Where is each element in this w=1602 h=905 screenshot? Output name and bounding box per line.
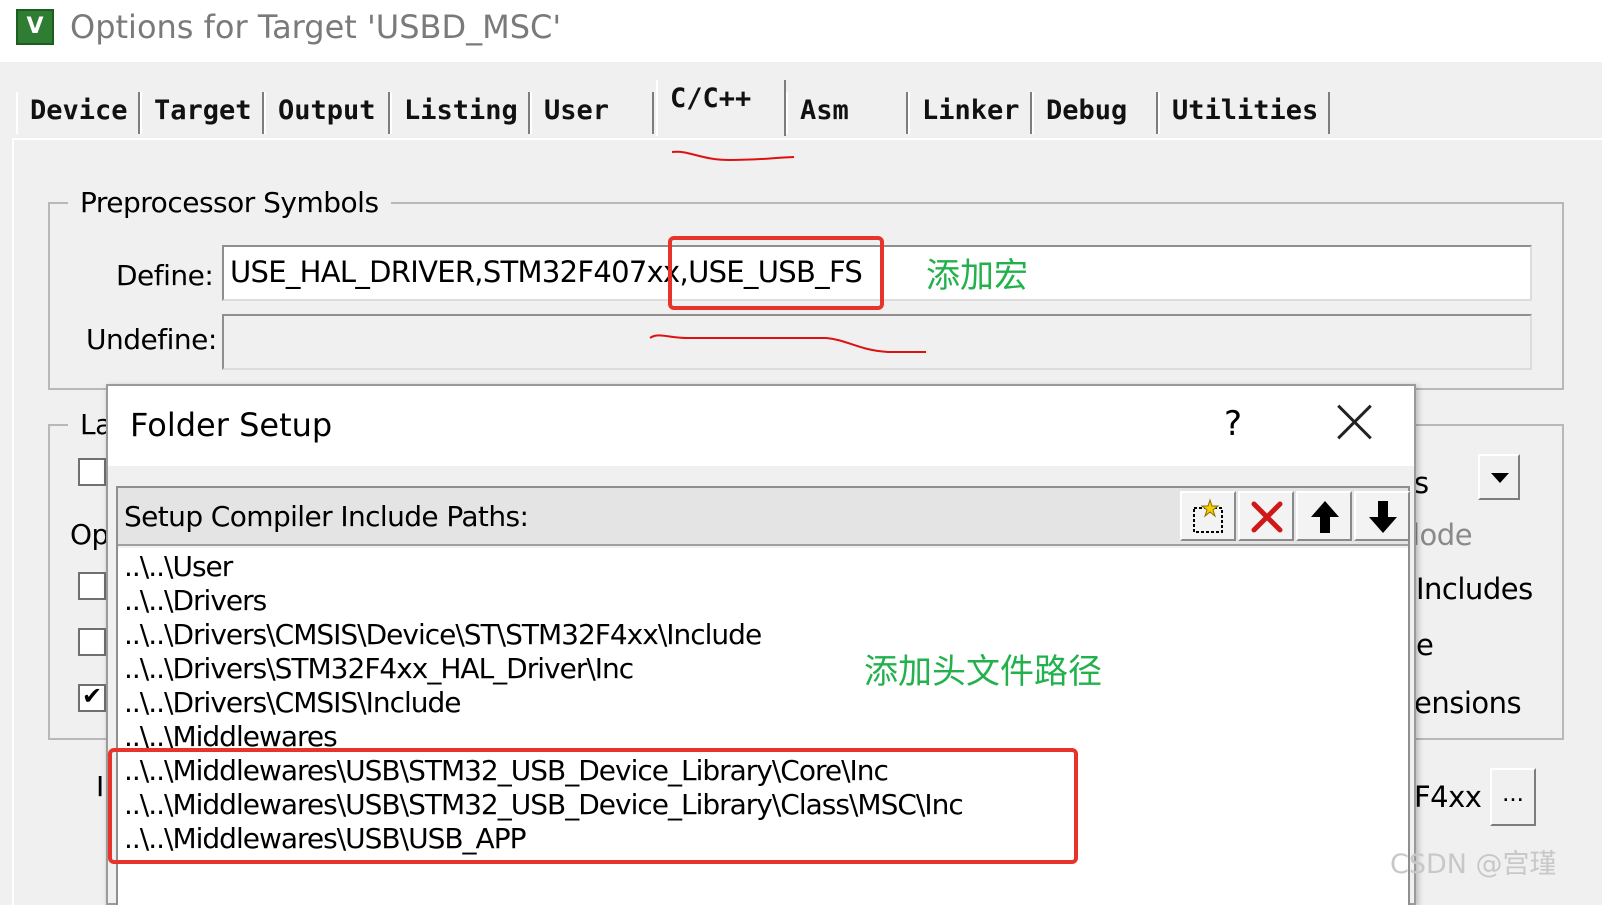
tab-output[interactable]: Output xyxy=(264,92,390,134)
window-titlebar: V Options for Target 'USBD_MSC' xyxy=(0,0,1602,62)
thumb-mode-fragment: lode xyxy=(1412,518,1473,552)
annotation-add-macro: 添加宏 xyxy=(926,256,1028,296)
help-button[interactable]: ? xyxy=(1224,404,1242,444)
list-item[interactable]: ..\..\User xyxy=(124,550,233,584)
new-paths-highlight-box xyxy=(108,748,1078,864)
include-paths-header: Setup Compiler Include Paths: xyxy=(118,488,1410,546)
move-down-button[interactable] xyxy=(1354,491,1410,541)
move-up-icon xyxy=(1311,501,1339,533)
move-up-button[interactable] xyxy=(1296,491,1352,541)
option-checkbox-4[interactable] xyxy=(78,682,106,712)
include-paths-label-fragment: I xyxy=(96,770,104,803)
list-item[interactable]: ..\..\Drivers xyxy=(124,584,267,618)
annotation-add-header-path: 添加头文件路径 xyxy=(864,652,1102,692)
list-item[interactable]: ..\..\Drivers\CMSIS\Device\ST\STM32F4xx\… xyxy=(124,618,762,652)
tab-debug[interactable]: Debug xyxy=(1032,92,1158,134)
optimization-label-fragment: Op xyxy=(70,518,109,551)
keil-app-icon: V xyxy=(16,9,54,45)
tab-utilities[interactable]: Utilities xyxy=(1158,92,1330,134)
close-icon[interactable] xyxy=(1334,402,1374,442)
define-label: Define: xyxy=(116,259,214,292)
tab-c-cpp[interactable]: C/C++ xyxy=(656,80,786,136)
window-title: Options for Target 'USBD_MSC' xyxy=(70,8,562,46)
warnings-combo-fragment: s xyxy=(1414,466,1429,500)
tab-listing[interactable]: Listing xyxy=(390,92,530,134)
delete-button[interactable] xyxy=(1238,491,1294,541)
tab-asm[interactable]: Asm xyxy=(786,92,908,134)
handdrawn-underline-define xyxy=(649,334,926,353)
tab-linker[interactable]: Linker xyxy=(908,92,1032,134)
c99-mode-fragment: e xyxy=(1416,628,1434,662)
list-item[interactable]: ..\..\Drivers\STM32F4xx_HAL_Driver\Inc xyxy=(124,652,634,686)
option-checkbox-1[interactable] xyxy=(78,458,106,486)
no-auto-includes-fragment: Includes xyxy=(1416,572,1533,606)
tab-user[interactable]: User xyxy=(530,92,654,134)
new-folder-button[interactable] xyxy=(1180,491,1236,541)
dialog-title: Folder Setup xyxy=(130,406,333,444)
new-folder-icon xyxy=(1193,498,1223,533)
define-highlight-box xyxy=(668,236,884,310)
tab-target[interactable]: Target xyxy=(140,92,264,134)
chevron-down-icon[interactable] xyxy=(1478,454,1520,500)
gnu-extensions-fragment: ensions xyxy=(1414,686,1522,720)
watermark: CSDN @宫瑾 xyxy=(1390,849,1557,880)
preprocessor-group-title: Preprocessor Symbols xyxy=(68,186,391,219)
tab-device[interactable]: Device xyxy=(16,92,140,134)
dialog-titlebar: Folder Setup ? xyxy=(108,386,1414,466)
option-checkbox-2[interactable] xyxy=(78,572,106,600)
include-paths-browse-button[interactable]: ... xyxy=(1490,768,1536,826)
define-value-part1: USE_HAL_DRIVER,STM32F407xx xyxy=(230,255,680,289)
undefine-label: Undefine: xyxy=(86,323,217,356)
list-item[interactable]: ..\..\Drivers\CMSIS\Include xyxy=(124,686,462,720)
tab-bar: Device Target Output Listing User C/C++ … xyxy=(0,62,1602,142)
delete-icon xyxy=(1251,501,1283,533)
include-paths-label: Setup Compiler Include Paths: xyxy=(124,500,529,533)
include-paths-value-fragment: F4xx xyxy=(1414,780,1482,814)
handdrawn-underline-tab xyxy=(671,150,795,162)
option-checkbox-3[interactable] xyxy=(78,628,106,656)
move-down-icon xyxy=(1369,501,1397,533)
